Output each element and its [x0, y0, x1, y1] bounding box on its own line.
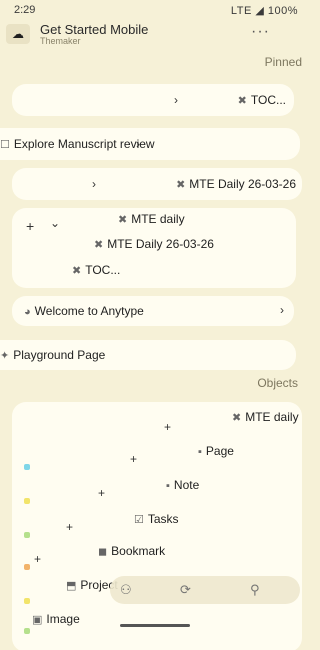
object-icon: ✖	[72, 265, 82, 277]
object-type-row[interactable]: ▪ Note	[166, 478, 199, 492]
pinned-item-toc[interactable]: › ✖ TOC...	[12, 84, 294, 116]
bottom-nav: ⚇ ⟳ ⚲	[110, 576, 300, 604]
object-icon: ✖	[94, 239, 104, 251]
type-color-dot	[24, 598, 30, 604]
status-bar: 2:29 LTE ◢ 100%	[0, 2, 308, 18]
object-icon: ✦	[0, 350, 10, 362]
pinned-item-playground[interactable]: ✦ Playground Page	[0, 340, 296, 370]
object-icon: ✖	[118, 214, 128, 226]
object-type-label: Tasks	[147, 512, 179, 526]
object-icon: ✖	[232, 412, 242, 424]
objects-list: ✖ MTE daily + + ▪ Page + ▪ Note + ☑ Tasks + …	[12, 402, 302, 650]
object-icon: ✖	[237, 95, 247, 107]
type-color-dot	[24, 532, 30, 538]
group-child-label: TOC...	[85, 263, 121, 277]
pinned-item-label: TOC...	[250, 93, 286, 107]
object-type-row[interactable]: ▪ Page	[198, 444, 234, 458]
object-icon: ☑	[134, 514, 144, 526]
pinned-item-label: Explore Manuscript review	[13, 137, 155, 151]
object-icon: ⬒	[66, 580, 77, 592]
object-icon: ✖	[176, 179, 186, 191]
pinned-item-welcome[interactable]: ◕ Welcome to Anytype ›	[12, 296, 294, 326]
chevron-down-icon[interactable]: ⌄	[50, 216, 60, 230]
type-color-dot	[24, 464, 30, 470]
status-time: 2:29	[14, 4, 36, 16]
object-type-row[interactable]: ▣ Image	[32, 612, 80, 626]
chevron-right-icon[interactable]: ›	[92, 177, 96, 191]
object-type-label: Bookmark	[111, 544, 166, 558]
object-icon: ▣	[32, 614, 43, 626]
more-icon[interactable]: ···	[251, 23, 270, 41]
type-color-dot	[24, 564, 30, 570]
group-title: MTE daily	[131, 212, 185, 226]
pinned-item-label: Playground Page	[13, 348, 106, 362]
object-icon: ▪	[166, 480, 170, 492]
people-icon[interactable]: ⚇	[120, 582, 132, 598]
pinned-group-mte-daily[interactable]: + ⌄ ✖ MTE daily ✖ MTE Daily 26-03-26 ✖ TOC.…	[12, 208, 296, 288]
space-title: Get Started Mobile	[40, 22, 149, 37]
object-icon: ◕	[24, 306, 31, 318]
add-icon[interactable]: +	[26, 218, 34, 234]
gesture-handle[interactable]	[120, 624, 190, 627]
objects-section-label[interactable]: Objects	[257, 376, 298, 390]
pinned-item-label: MTE Daily 26-03-26	[189, 177, 296, 191]
space-subtitle: Themaker	[40, 36, 81, 46]
status-indicators: LTE ◢ 100%	[230, 5, 298, 17]
add-icon[interactable]: +	[34, 552, 41, 566]
add-icon[interactable]: +	[130, 452, 137, 466]
search-icon[interactable]: ⚲	[250, 582, 260, 598]
group-child[interactable]: ✖ TOC...	[72, 263, 120, 277]
pinned-item-mte-daily-note[interactable]: › ✖ MTE Daily 26-03-26	[12, 168, 302, 200]
add-icon[interactable]: +	[98, 486, 105, 500]
object-icon: ☐	[0, 139, 10, 151]
space-header[interactable]: ☁ Get Started Mobile Themaker ···	[0, 18, 308, 48]
object-type-row[interactable]: ☑ Tasks	[134, 512, 179, 526]
add-icon[interactable]: +	[66, 520, 73, 534]
object-type-row[interactable]: ✖ MTE daily	[232, 410, 299, 424]
object-type-label: Page	[205, 444, 234, 458]
object-type-label: Image	[46, 612, 80, 626]
add-icon[interactable]: +	[164, 420, 171, 434]
object-type-row[interactable]: ◼ Bookmark	[98, 544, 165, 558]
pinned-item-label: Welcome to Anytype	[34, 304, 144, 318]
object-type-label: Note	[173, 478, 200, 492]
object-type-label: MTE daily	[245, 410, 299, 424]
group-child-label: MTE Daily 26-03-26	[107, 237, 214, 251]
chevron-right-icon[interactable]: ›	[174, 93, 178, 107]
pinned-section-label[interactable]: Pinned	[265, 55, 302, 69]
object-icon: ▪	[198, 446, 202, 458]
group-child[interactable]: ✖ MTE Daily 26-03-26	[94, 237, 214, 251]
chat-icon[interactable]: ⟳	[180, 582, 191, 598]
pinned-item-explore[interactable]: › ☐ Explore Manuscript review	[0, 128, 300, 160]
type-color-dot	[24, 628, 30, 634]
chevron-right-icon[interactable]: ›	[280, 303, 284, 317]
object-icon: ◼	[98, 546, 108, 558]
space-avatar[interactable]: ☁	[6, 24, 30, 44]
type-color-dot	[24, 498, 30, 504]
